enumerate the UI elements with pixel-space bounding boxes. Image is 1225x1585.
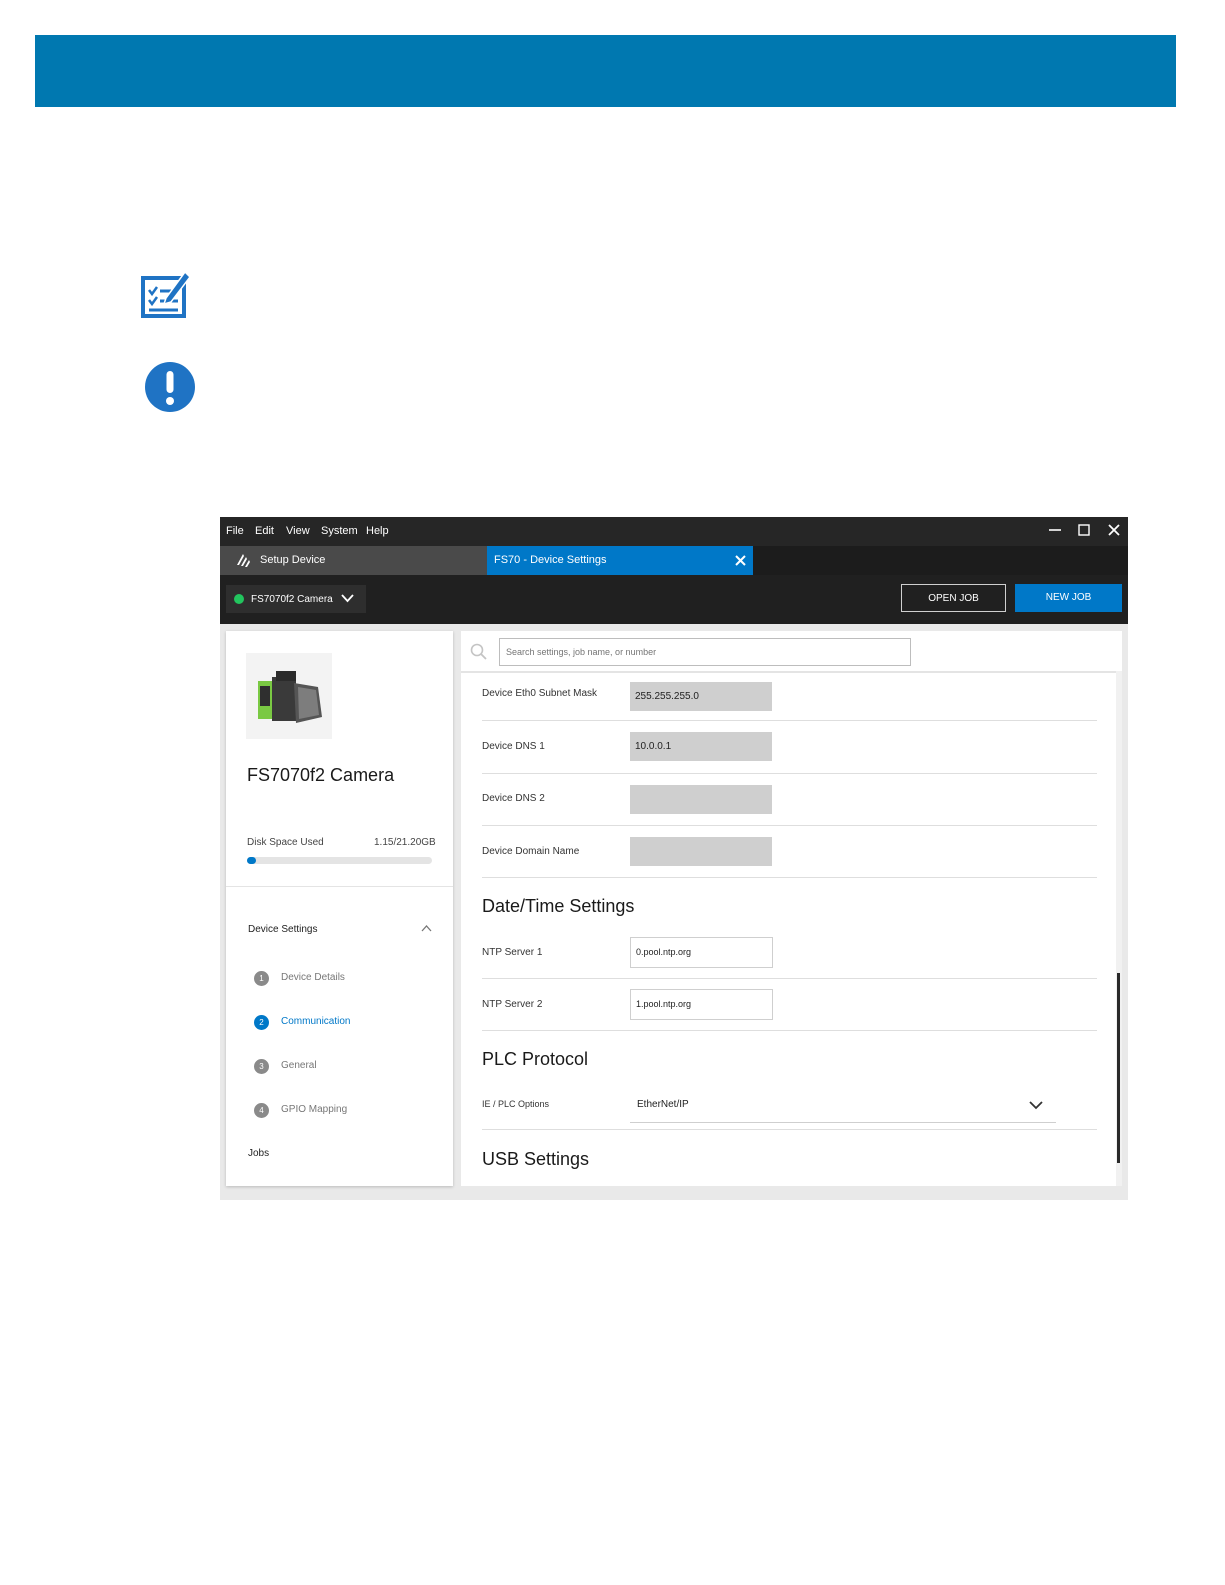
nav-jobs[interactable]: Jobs [248,1148,269,1159]
chevron-down-icon [341,594,354,603]
search-input[interactable] [499,638,911,666]
menu-bar: File Edit View System Help [220,517,1128,546]
step-number: 1 [254,971,269,986]
step-label: Communication [281,1016,351,1027]
device-selector[interactable]: FS7070f2 Camera [226,585,366,613]
menu-help[interactable]: Help [366,525,389,537]
camera-image [246,653,332,739]
ntp2-field[interactable]: 1.pool.ntp.org [630,989,773,1020]
dns1-field[interactable]: 10.0.0.1 [630,732,772,761]
exclamation-circle-icon [145,362,195,412]
menu-view[interactable]: View [286,525,310,537]
step-number: 4 [254,1103,269,1118]
scrollbar-track[interactable] [1116,671,1122,1186]
domain-name-label: Device Domain Name [482,846,580,857]
nav-step-gpio-mapping[interactable]: 4 GPIO Mapping [254,1101,454,1121]
menu-system[interactable]: System [321,525,358,537]
device-selector-label: FS7070f2 Camera [251,594,333,605]
app-window: File Edit View System Help Setup Device … [220,517,1128,1200]
chevron-up-icon[interactable] [421,925,432,932]
chevron-down-icon [1029,1101,1043,1110]
row-divider [482,773,1097,774]
subnet-mask-field[interactable]: 255.255.255.0 [630,682,772,711]
nav-step-device-details[interactable]: 1 Device Details [254,969,454,989]
close-tab-icon[interactable] [735,555,746,566]
tab-setup-label: Setup Device [260,554,326,566]
plc-options-value: EtherNet/IP [637,1099,689,1110]
search-bar [461,631,1122,673]
subnet-mask-label: Device Eth0 Subnet Mask [482,688,598,699]
ntp2-label: NTP Server 2 [482,999,543,1010]
disk-space-value: 1.15/21.20GB [374,837,436,848]
row-divider [482,877,1097,878]
dns2-field[interactable] [630,785,772,814]
step-number: 3 [254,1059,269,1074]
tab-setup-device[interactable]: Setup Device [220,546,487,575]
toolbar: FS7070f2 Camera OPEN JOB NEW JOB [220,575,1128,624]
step-label: GPIO Mapping [281,1104,348,1115]
plc-options-label: IE / PLC Options [482,1099,550,1109]
row-divider [482,720,1097,721]
disk-space-bar [247,857,432,864]
maximize-icon[interactable] [1073,521,1095,543]
disk-space-label: Disk Space Used [247,837,324,848]
device-title: FS7070f2 Camera [247,765,395,785]
nav-step-communication[interactable]: 2 Communication [254,1013,454,1033]
tab-device-settings[interactable]: FS70 - Device Settings [487,546,753,575]
plc-section-title: PLC Protocol [482,1049,589,1069]
open-job-button[interactable]: OPEN JOB [901,584,1006,612]
settings-panel: Device Eth0 Subnet Mask 255.255.255.0 De… [461,631,1122,1186]
new-job-button[interactable]: NEW JOB [1015,584,1122,612]
ntp1-label: NTP Server 1 [482,947,543,958]
dns1-label: Device DNS 1 [482,741,545,752]
status-dot-icon [234,594,244,604]
step-label: General [281,1060,317,1071]
nav-step-general[interactable]: 3 General [254,1057,454,1077]
search-icon [470,643,487,660]
note-edit-icon [141,270,191,318]
close-window-icon[interactable] [1103,521,1125,543]
device-settings-heading[interactable]: Device Settings [248,924,317,935]
ntp1-field[interactable]: 0.pool.ntp.org [630,937,773,968]
disk-space-fill [247,857,257,864]
usb-section-title: USB Settings [482,1149,590,1169]
plc-options-select[interactable]: EtherNet/IP [630,1089,1056,1123]
tab-settings-label: FS70 - Device Settings [494,554,607,566]
scrollbar-thumb[interactable] [1117,973,1120,1163]
menu-edit[interactable]: Edit [255,525,274,537]
row-divider [482,978,1097,979]
header-banner [35,35,1176,107]
device-sidebar: FS7070f2 Camera Disk Space Used 1.15/21.… [226,631,453,1186]
dns2-label: Device DNS 2 [482,793,545,804]
sidebar-divider [226,886,453,887]
row-divider [482,1030,1097,1031]
step-label: Device Details [281,972,345,983]
datetime-section-title: Date/Time Settings [482,896,635,916]
zebra-logo-icon [237,554,250,567]
minimize-icon[interactable] [1044,521,1066,543]
domain-name-field[interactable] [630,837,772,866]
row-divider [482,825,1097,826]
menu-file[interactable]: File [226,525,244,537]
tab-bar: Setup Device FS70 - Device Settings [220,546,1128,575]
row-divider [482,1129,1097,1130]
step-number: 2 [254,1015,269,1030]
